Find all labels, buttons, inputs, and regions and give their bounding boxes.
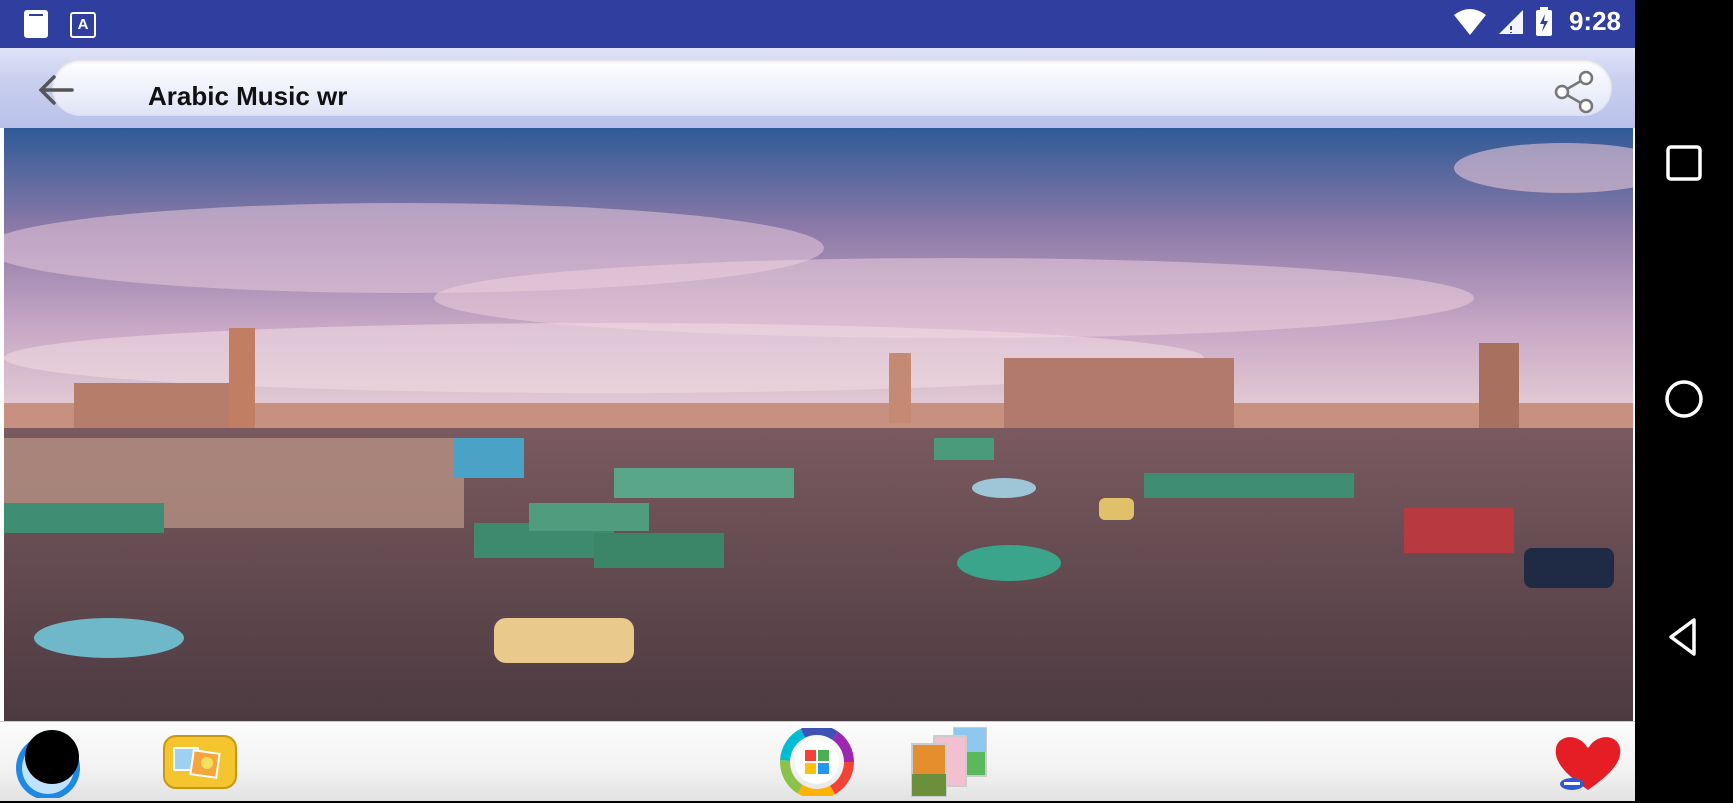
wallpapers-button[interactable]	[908, 726, 992, 798]
share-icon[interactable]	[1550, 68, 1598, 116]
bottom-toolbar	[0, 721, 1635, 801]
favorite-button[interactable]	[1552, 734, 1624, 794]
wifi-icon	[1453, 8, 1486, 35]
status-bar: A 9:28	[0, 0, 1635, 48]
wallpaper-image[interactable]	[4, 128, 1633, 721]
status-clock: 9:28	[1568, 6, 1621, 36]
system-nav-bar	[1635, 0, 1733, 800]
image-stack-icon	[911, 727, 987, 797]
gallery-button[interactable]	[162, 732, 238, 790]
app-toolbar: Arabic Music wr	[0, 48, 1635, 128]
settings-dial-button[interactable]	[14, 730, 82, 800]
signal-icon	[1498, 9, 1523, 34]
heart-icon	[1555, 737, 1621, 790]
color-wheel-icon	[780, 725, 854, 799]
black-circle-icon	[16, 730, 80, 800]
triangle-back-icon[interactable]	[1659, 612, 1709, 662]
photo-album-icon	[163, 735, 237, 789]
color-picker-button[interactable]	[778, 725, 856, 799]
sd-card-icon	[24, 10, 48, 38]
circle-home-icon[interactable]	[1659, 374, 1709, 424]
status-right-icons: 9:28	[1453, 6, 1621, 37]
app-screen: A 9:28 Arabic Music wr	[0, 0, 1635, 801]
square-recents-icon[interactable]	[1659, 138, 1709, 188]
battery-icon	[1535, 6, 1552, 36]
page-title: Arabic Music wr	[148, 81, 348, 111]
status-left-icons: A	[24, 10, 96, 38]
text-a-icon: A	[70, 12, 96, 38]
arrow-left-icon[interactable]	[34, 68, 78, 112]
